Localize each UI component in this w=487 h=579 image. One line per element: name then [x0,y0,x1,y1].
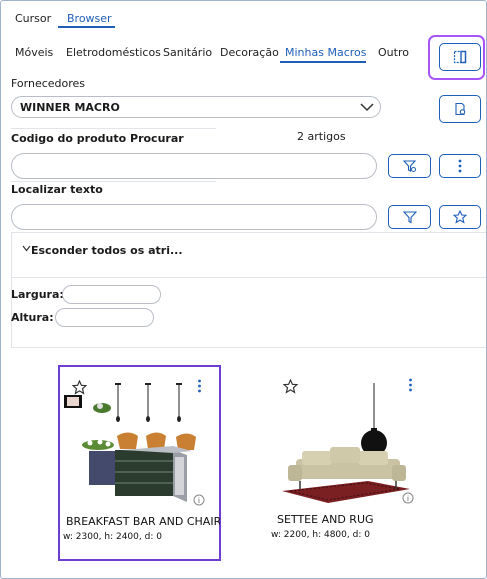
supplier-selected: WINNER MACRO [20,101,120,114]
product-name: SETTEE AND RUG [277,513,374,526]
height-input[interactable] [55,308,154,327]
width-label: Largura: [11,288,64,301]
product-card[interactable]: i BREAKFAST BAR AND CHAIRS w: 2300, h: 2… [58,365,221,561]
category-moveis[interactable]: Móveis [15,46,53,59]
filter-icon [402,211,417,224]
category-outro[interactable]: Outro [378,46,409,59]
document-settings-icon [455,102,466,116]
category-minhas-macros[interactable]: Minhas Macros [285,46,366,59]
height-label: Altura: [11,311,54,324]
panel-toggle-button[interactable] [439,43,481,71]
svg-text:i: i [407,495,409,503]
results-count: 2 artigos [297,130,346,143]
product-dimensions: w: 2300, h: 2400, d: 0 [63,532,162,542]
locate-text-label: Localizar texto [11,183,103,196]
product-code-label: Codigo do produto Procurar [11,132,184,145]
product-dimensions: w: 2200, h: 4800, d: 0 [271,530,370,540]
filter-settings-button[interactable] [388,154,431,178]
filter-button[interactable] [388,205,431,229]
chevron-down-icon [360,103,374,112]
category-sanitario[interactable]: Sanitário [163,46,212,59]
tab-cursor[interactable]: Cursor [15,12,51,25]
chevron-down-icon[interactable] [22,245,31,252]
side-panel-icon [453,50,467,64]
toggle-attributes[interactable]: Esconder todos os atri... [31,244,183,257]
product-card[interactable]: i SETTEE AND RUG w: 2200, h: 4800, d: 0 [268,365,428,561]
more-vertical-icon [458,159,462,173]
favorites-button[interactable] [439,205,481,229]
width-input[interactable] [62,285,161,304]
category-decoracao[interactable]: Decoração [220,46,279,59]
product-thumbnail: i [64,383,205,506]
locate-text-input[interactable] [11,204,377,230]
tab-browser-underline [58,26,115,28]
supplier-settings-button[interactable] [439,95,481,123]
supplier-dropdown[interactable]: WINNER MACRO [11,96,381,118]
category-eletrodomesticos[interactable]: Eletrodomésticos [66,46,161,59]
product-thumbnail: i [282,383,414,504]
product-code-input[interactable] [11,153,377,179]
more-options-button[interactable] [439,154,481,178]
supplier-label: Fornecedores [11,77,86,90]
svg-text:i: i [198,497,200,505]
star-icon [453,210,467,224]
filter-settings-icon [402,160,416,172]
tab-browser[interactable]: Browser [67,12,112,25]
category-underline [280,61,366,63]
product-name: BREAKFAST BAR AND CHAIRS [66,515,220,528]
